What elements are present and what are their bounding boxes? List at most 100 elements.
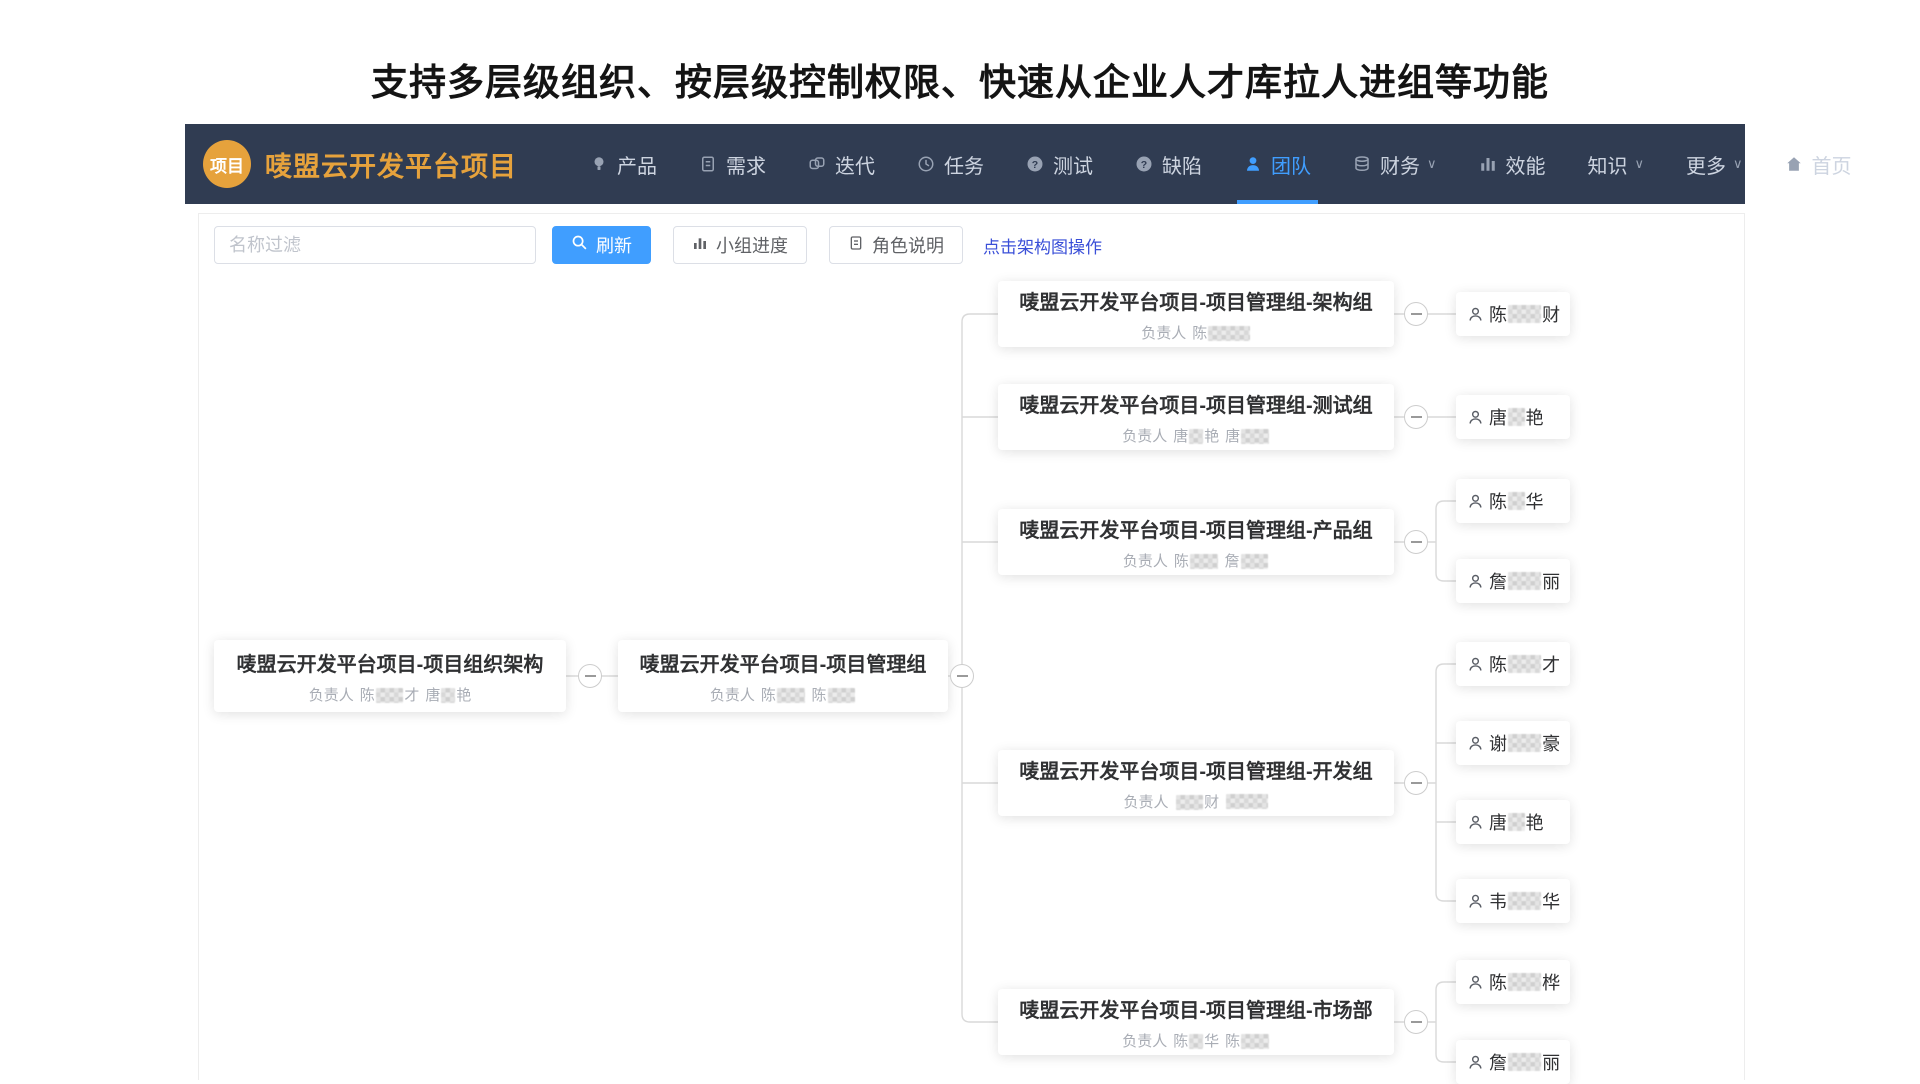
redacted-text — [1176, 795, 1204, 809]
group-title: 唛盟云开发平台项目-项目管理组-架构组 — [1019, 286, 1372, 315]
redacted-text — [1241, 429, 1269, 443]
collapse-toggle[interactable] — [1404, 405, 1428, 429]
owner-label: 负责人 — [1141, 322, 1186, 343]
member-icon — [1467, 974, 1484, 991]
name-text: 丽 — [1542, 1049, 1560, 1075]
group-node[interactable]: 唛盟云开发平台项目-项目管理组-开发组负责人财 — [998, 750, 1394, 816]
redacted-text — [1508, 305, 1541, 322]
member-card[interactable]: 陈桦 — [1456, 960, 1570, 1004]
name-text: 谢 — [1489, 730, 1507, 756]
member-card[interactable]: 唐艳 — [1456, 395, 1570, 439]
name-text: 陈 — [1173, 1033, 1188, 1050]
leader-name: 陈 — [812, 684, 857, 705]
root-org-node[interactable]: 唛盟云开发平台项目-项目组织架构负责人陈才唐艳 — [214, 640, 566, 712]
member-card[interactable]: 詹丽 — [1456, 559, 1570, 603]
leader-name: 陈 — [1174, 550, 1219, 571]
member-card[interactable]: 韦华 — [1456, 879, 1570, 923]
collapse-toggle[interactable] — [578, 664, 602, 688]
redacted-text — [1508, 572, 1541, 589]
redacted-text — [1508, 408, 1525, 425]
member-name: 詹丽 — [1489, 568, 1560, 594]
name-text: 陈 — [1489, 301, 1507, 327]
name-text: 华 — [1204, 1033, 1219, 1050]
name-text: 华 — [1526, 488, 1544, 514]
name-text: 财 — [1204, 794, 1219, 811]
group-node[interactable]: 唛盟云开发平台项目-项目管理组-市场部负责人陈华陈 — [998, 989, 1394, 1055]
redacted-text — [376, 688, 404, 702]
redacted-text — [1508, 492, 1525, 509]
member-name: 谢豪 — [1489, 730, 1560, 756]
member-name: 陈桦 — [1489, 969, 1560, 995]
name-text: 陈 — [1489, 488, 1507, 514]
name-text: 才 — [404, 687, 419, 704]
redacted-text — [1508, 734, 1541, 751]
name-text: 唐 — [425, 687, 440, 704]
name-text: 才 — [1542, 651, 1560, 677]
name-text: 陈 — [1489, 969, 1507, 995]
member-icon — [1467, 893, 1484, 910]
member-icon — [1467, 656, 1484, 673]
group-title: 唛盟云开发平台项目-项目管理组-产品组 — [1019, 514, 1372, 543]
member-card[interactable]: 陈财 — [1456, 292, 1570, 336]
collapse-toggle[interactable] — [1404, 771, 1428, 795]
manager-group-node[interactable]: 唛盟云开发平台项目-项目管理组负责人陈陈 — [618, 640, 948, 712]
collapse-toggle[interactable] — [1404, 302, 1428, 326]
redacted-text — [1189, 429, 1203, 443]
member-icon — [1467, 735, 1484, 752]
name-text: 陈 — [1225, 1033, 1240, 1050]
member-card[interactable]: 谢豪 — [1456, 721, 1570, 765]
member-card[interactable]: 陈华 — [1456, 479, 1570, 523]
group-leaders: 负责人唐艳唐 — [1122, 425, 1269, 446]
org-chart-connectors — [0, 0, 1920, 1080]
owner-label: 负责人 — [1122, 1030, 1167, 1051]
group-node[interactable]: 唛盟云开发平台项目-项目管理组-架构组负责人陈 — [998, 281, 1394, 347]
name-text: 华 — [1542, 888, 1560, 914]
member-name: 陈财 — [1489, 301, 1560, 327]
name-text: 陈 — [360, 687, 375, 704]
member-card[interactable]: 詹丽 — [1456, 1040, 1570, 1084]
name-text: 艳 — [456, 687, 471, 704]
leader-name — [1225, 793, 1268, 810]
redacted-text — [1208, 326, 1249, 340]
leader-name: 唐艳 — [1173, 425, 1219, 446]
group-leaders: 负责人陈 — [1141, 322, 1250, 343]
group-title: 唛盟云开发平台项目-项目组织架构 — [237, 648, 544, 677]
name-text: 桦 — [1542, 969, 1560, 995]
group-leaders: 负责人财 — [1123, 791, 1268, 812]
group-leaders: 负责人陈华陈 — [1122, 1030, 1269, 1051]
member-name: 唐艳 — [1489, 404, 1544, 430]
leader-name: 詹 — [1225, 550, 1270, 571]
group-title: 唛盟云开发平台项目-项目管理组-市场部 — [1019, 994, 1372, 1023]
member-name: 韦华 — [1489, 888, 1560, 914]
member-card[interactable]: 唐艳 — [1456, 800, 1570, 844]
redacted-text — [1508, 813, 1525, 830]
collapse-toggle[interactable] — [1404, 530, 1428, 554]
redacted-text — [1508, 973, 1541, 990]
redacted-text — [1189, 1034, 1203, 1048]
member-icon — [1467, 573, 1484, 590]
name-text: 唐 — [1489, 404, 1507, 430]
member-icon — [1467, 814, 1484, 831]
leader-name: 陈华 — [1173, 1030, 1219, 1051]
collapse-toggle[interactable] — [950, 664, 974, 688]
name-text: 丽 — [1542, 568, 1560, 594]
redacted-text — [1508, 655, 1541, 672]
group-title: 唛盟云开发平台项目-项目管理组-开发组 — [1019, 755, 1372, 784]
name-text: 豪 — [1542, 730, 1560, 756]
group-leaders: 负责人陈詹 — [1123, 550, 1269, 571]
leader-name: 唐 — [1225, 425, 1270, 446]
collapse-toggle[interactable] — [1404, 1010, 1428, 1034]
name-text: 艳 — [1204, 428, 1219, 445]
group-node[interactable]: 唛盟云开发平台项目-项目管理组-产品组负责人陈詹 — [998, 509, 1394, 575]
name-text: 唐 — [1489, 809, 1507, 835]
group-node[interactable]: 唛盟云开发平台项目-项目管理组-测试组负责人唐艳唐 — [998, 384, 1394, 450]
name-text: 韦 — [1489, 888, 1507, 914]
name-text: 艳 — [1526, 809, 1544, 835]
redacted-text — [1226, 794, 1267, 808]
member-card[interactable]: 陈才 — [1456, 642, 1570, 686]
name-text: 陈 — [1489, 651, 1507, 677]
member-icon — [1467, 1054, 1484, 1071]
redacted-text — [828, 688, 856, 702]
owner-label: 负责人 — [1122, 425, 1167, 446]
redacted-text — [441, 688, 455, 702]
